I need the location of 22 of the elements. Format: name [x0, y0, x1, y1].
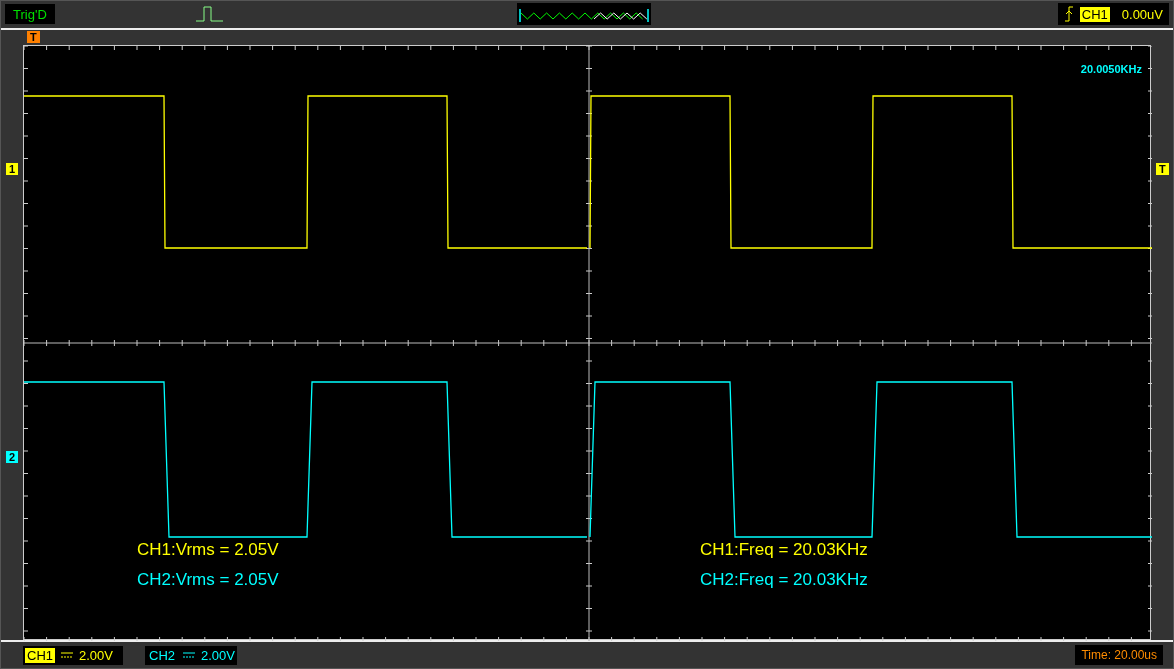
measurement-readout: CH1:Freq = 20.03KHz: [700, 540, 868, 561]
measurement-readout: CH2:Vrms = 2.05V: [137, 570, 279, 591]
timebase-readout: Time: 20.00us: [1075, 645, 1163, 666]
dc-coupling-icon: [183, 651, 195, 660]
channel-marker[interactable]: 2: [6, 451, 19, 464]
trigger-level: 0.00uV: [1121, 6, 1163, 22]
channel-marker[interactable]: 1: [6, 163, 19, 176]
trigger-status: Trig'D: [5, 4, 55, 25]
waveform-overview-icon: [517, 3, 651, 26]
dc-coupling-icon: [61, 651, 73, 660]
rising-edge-icon: [1063, 6, 1074, 23]
pulse-icon: [195, 5, 225, 24]
measurement-readout: CH2:Freq = 20.03KHz: [700, 570, 868, 591]
measurement-readout: CH1:Vrms = 2.05V: [137, 540, 279, 561]
channel-label[interactable]: CH1: [25, 647, 55, 663]
trigger-position-marker[interactable]: T: [27, 30, 40, 43]
trigger-level-marker[interactable]: T: [1156, 163, 1169, 176]
channel-scale: 2.00V: [79, 647, 113, 663]
trigger-source: CH1: [1079, 6, 1110, 22]
channel-label[interactable]: CH2: [147, 647, 177, 663]
frequency-readout: 20.0050KHz: [1080, 63, 1142, 76]
channel-scale: 2.00V: [201, 647, 235, 663]
